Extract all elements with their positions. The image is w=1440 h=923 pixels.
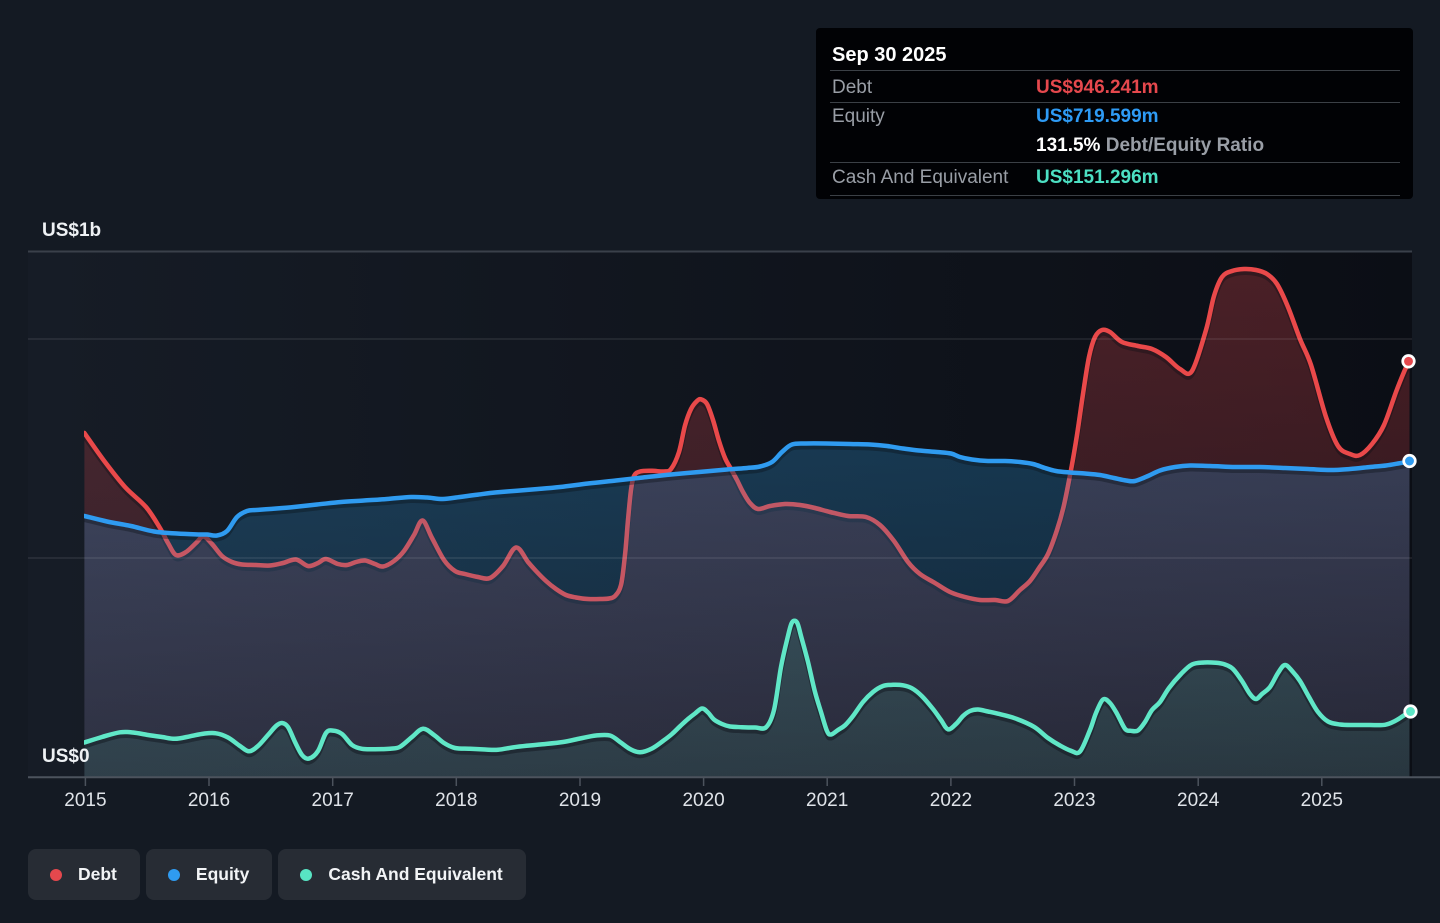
svg-text:2017: 2017	[312, 790, 354, 811]
svg-text:2022: 2022	[930, 790, 972, 811]
svg-text:2021: 2021	[806, 790, 848, 811]
svg-text:2019: 2019	[559, 790, 601, 811]
svg-text:2025: 2025	[1301, 790, 1343, 811]
svg-text:2015: 2015	[64, 790, 106, 811]
svg-text:US$0: US$0	[42, 746, 90, 767]
svg-text:2024: 2024	[1177, 790, 1220, 811]
svg-text:2020: 2020	[682, 790, 724, 811]
svg-text:2018: 2018	[435, 790, 477, 811]
svg-text:US$1b: US$1b	[42, 220, 101, 241]
svg-text:2023: 2023	[1053, 790, 1095, 811]
svg-text:2016: 2016	[188, 790, 230, 811]
